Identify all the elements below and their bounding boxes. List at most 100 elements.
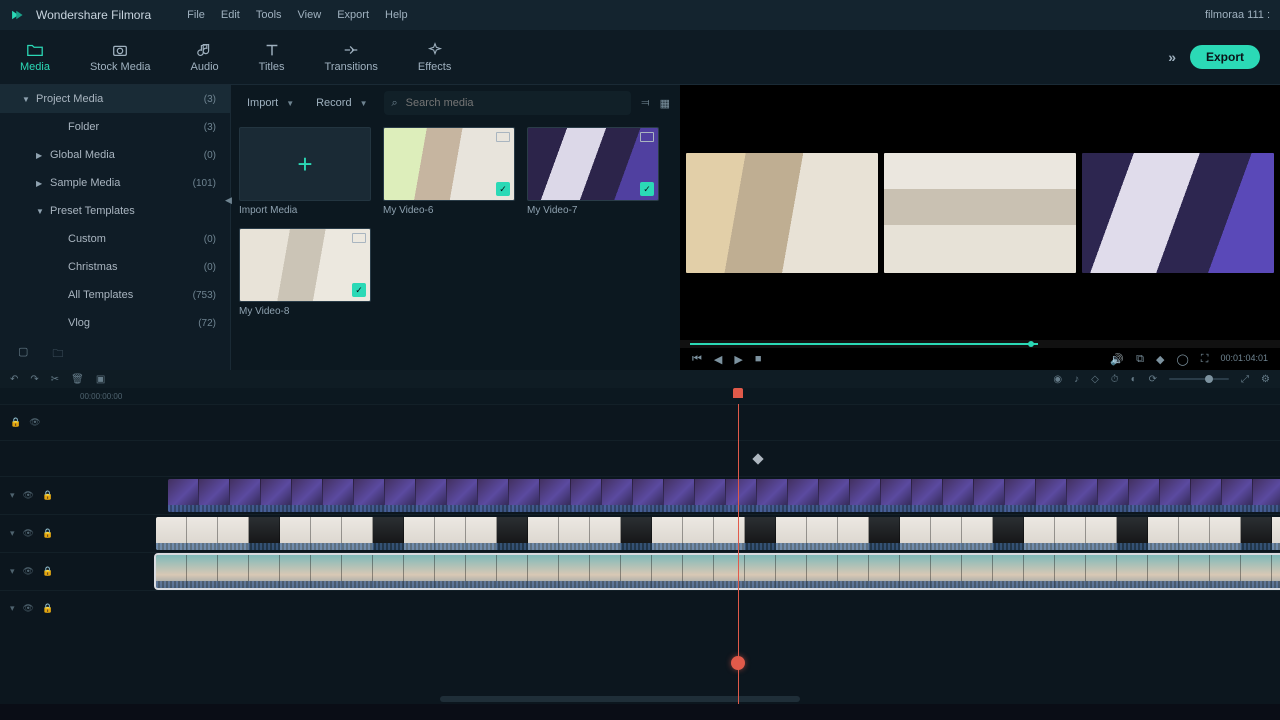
preview-scrubber[interactable] [680,340,1280,348]
play-button[interactable]: ▶ [734,353,742,366]
media-thumb[interactable]: ✓ [239,228,371,302]
sidebar-item-all-templates[interactable]: All Templates(753) [0,281,230,309]
playhead-handle[interactable] [733,388,743,398]
mixer-icon[interactable]: ♪ [1074,374,1079,385]
tab-audio[interactable]: Audio [191,41,219,73]
menu-file[interactable]: File [187,9,205,21]
export-button[interactable]: Export [1190,45,1260,69]
collapse-icon[interactable]: ▾ [10,490,15,501]
more-tabs-icon[interactable]: » [1168,49,1176,65]
color-icon[interactable]: ◐ [1131,374,1137,385]
delete-icon[interactable]: 🗑 [71,374,84,385]
speed-icon[interactable]: ⏱ [1111,374,1119,385]
record-vo-icon[interactable]: ◉ [1053,374,1062,385]
media-item-my-video-8[interactable]: ✓My Video-8 [239,228,371,317]
lock-icon[interactable]: 🔒 [42,528,53,539]
menu-edit[interactable]: Edit [221,9,240,21]
tab-effects[interactable]: Effects [418,41,451,73]
lock-icon[interactable]: 🔒 [42,566,53,577]
media-thumb[interactable]: ✓ [527,127,659,201]
record-dropdown[interactable]: Record▼ [310,93,373,113]
redo-icon[interactable]: ↷ [30,374,38,385]
sidebar-item-project-media[interactable]: ▼Project Media(3) [0,85,230,113]
eye-icon[interactable]: 👁 [23,490,34,501]
collapse-icon[interactable]: ▾ [10,603,15,614]
import-dropdown[interactable]: Import▼ [241,93,300,113]
tab-media[interactable]: Media [20,41,50,73]
lock-icon[interactable]: 🔒 [42,603,53,614]
media-item-import-media[interactable]: +Import Media [239,127,371,216]
timeline-ruler[interactable]: 00:00:00:00 [0,388,1280,404]
playhead-end-icon[interactable] [731,656,745,670]
keyframe-marker[interactable] [752,453,763,464]
sidebar-item-christmas[interactable]: Christmas (0) [0,253,230,281]
lock-icon[interactable]: 🔒 [10,417,21,428]
search-input[interactable] [406,97,624,109]
scrubber-played [690,343,1038,345]
sidebar-item-sample-media[interactable]: ▶Sample Media(101) [0,169,230,197]
volume-icon[interactable]: 🔊 [1110,353,1124,366]
grid-view-icon[interactable]: ▦ [660,97,670,110]
sidebar-item-custom[interactable]: Custom(0) [0,225,230,253]
media-item-my-video-6[interactable]: ✓My Video-6 [383,127,515,216]
menu-view[interactable]: View [298,9,322,21]
prev-frame-button[interactable]: ⏮ [692,353,702,366]
track-row-video-3[interactable]: ▾ 👁 🔒 [0,476,1280,514]
new-folder-icon[interactable]: 🗀 [52,345,63,364]
snapshot-icon[interactable]: ⧉ [1136,353,1144,366]
tab-media-label: Media [20,61,50,73]
crop-icon[interactable]: ▣ [96,374,105,385]
eye-icon[interactable]: 👁 [23,603,34,614]
tab-stock-media[interactable]: Stock Media [90,41,151,73]
timeline-scrollbar[interactable] [440,696,800,702]
track-row-video-1[interactable]: ▾ 👁 🔒 [0,552,1280,590]
menu-help[interactable]: Help [385,9,408,21]
sidebar-item-vlog[interactable]: Vlog(72) [0,309,230,337]
undo-icon[interactable]: ↶ [10,374,18,385]
timeline-clip[interactable] [168,479,1280,512]
search-icon: ⌕ [392,97,398,110]
lock-icon[interactable]: 🔒 [42,490,53,501]
quality-icon[interactable]: ◯ [1176,353,1188,366]
tab-transitions[interactable]: Transitions [325,41,378,73]
sidebar-item-global-media[interactable]: ▶Global Media(0) [0,141,230,169]
collapse-icon[interactable]: ▾ [10,528,15,539]
zoom-slider[interactable] [1169,378,1229,380]
zoom-knob[interactable] [1205,375,1213,383]
new-root-folder-icon[interactable]: ▢ [18,345,28,364]
timeline-clip[interactable] [156,517,1280,550]
search-media[interactable]: ⌕ [384,91,632,115]
sidebar-item-count: (0) [204,262,216,273]
track-row-video-2[interactable]: ▾ 👁 🔒 [0,514,1280,552]
import-media-thumb[interactable]: + [239,127,371,201]
eye-icon[interactable]: 👁 [23,528,34,539]
sidebar-item-label: Christmas [68,261,118,273]
tab-titles[interactable]: Titles [259,41,285,73]
menu-export[interactable]: Export [337,9,369,21]
marker-icon[interactable]: ◆ [1156,353,1164,366]
menu-tools[interactable]: Tools [256,9,282,21]
eye-icon[interactable]: 👁 [29,417,40,428]
collapse-handle-icon[interactable]: ◀ [225,195,232,206]
keyframe-icon[interactable]: ◇ [1091,374,1099,385]
sidebar-item-preset-templates[interactable]: ▼Preset Templates [0,197,230,225]
cut-icon[interactable]: ✂ [51,374,59,385]
render-icon[interactable]: ⟳ [1149,374,1157,385]
collapse-icon[interactable]: ▾ [10,566,15,577]
media-thumb[interactable]: ✓ [383,127,515,201]
filter-icon[interactable]: ⫤ [641,97,649,110]
eye-icon[interactable]: 👁 [23,566,34,577]
preview-viewport[interactable] [680,85,1280,340]
settings-icon[interactable]: ⚙ [1261,374,1270,385]
music-note-icon [196,41,214,59]
media-item-my-video-7[interactable]: ✓My Video-7 [527,127,659,216]
scrubber-handle[interactable] [1028,341,1034,347]
zoom-fit-icon[interactable]: ⤢ [1241,374,1249,385]
timeline-clip[interactable] [156,555,1280,588]
sidebar-item-folder[interactable]: Folder(3) [0,113,230,141]
stop-button[interactable]: ■ [755,353,762,366]
fullscreen-icon[interactable]: ⛶ [1201,353,1209,366]
track-row-audio[interactable]: ▾ 👁 🔒 [0,590,1280,626]
step-back-button[interactable]: ◀ [714,353,722,366]
sidebar-item-label: Folder [68,121,99,133]
